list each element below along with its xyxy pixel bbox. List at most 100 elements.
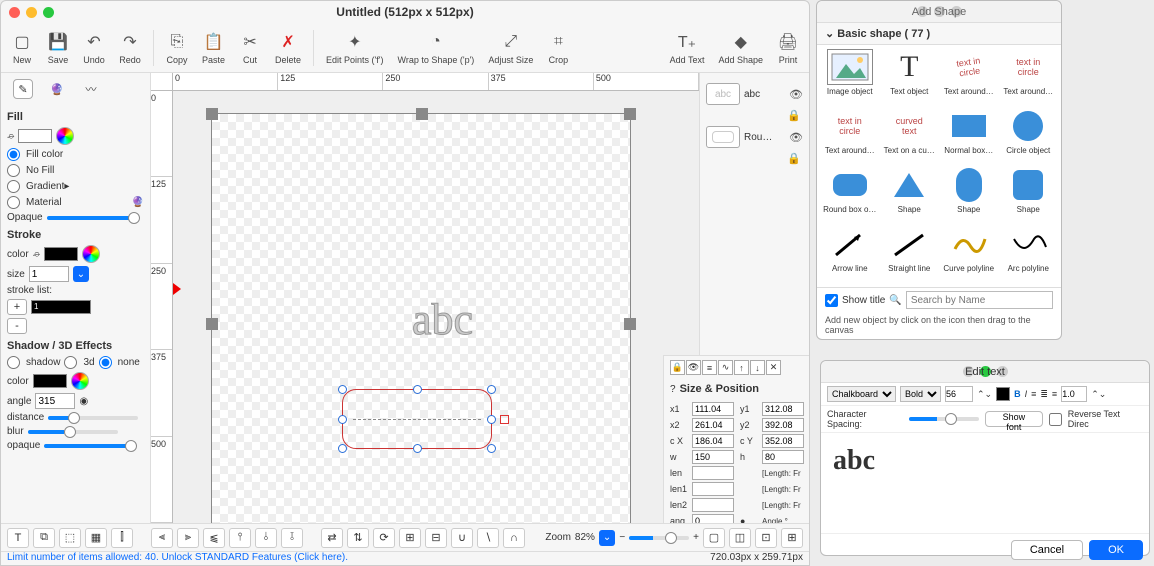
shadow-color-wheel[interactable] (71, 372, 89, 390)
shadow-distance-slider[interactable] (48, 416, 138, 420)
stroke-list-item[interactable]: 1 (31, 300, 91, 314)
artboard-handle[interactable] (624, 318, 636, 330)
canvas-selected-shape[interactable] (342, 389, 492, 449)
save-button[interactable]: 💾Save (43, 29, 73, 67)
shadow-blur-slider[interactable] (28, 430, 118, 434)
w-input[interactable] (692, 450, 734, 464)
delete-button[interactable]: ✗Delete (271, 29, 305, 67)
shape-circle[interactable]: Circle object (1000, 108, 1058, 165)
italic-button[interactable]: I (1025, 389, 1028, 399)
threed-radio[interactable] (64, 356, 77, 369)
rotation-handle[interactable] (500, 415, 509, 424)
panel-tab-texture[interactable]: 🔮 (47, 79, 67, 99)
sp-up-button[interactable]: ↑ (734, 360, 749, 375)
zoom-in-button[interactable]: + (693, 532, 699, 543)
stroke-color-wheel[interactable] (82, 245, 100, 263)
text-color-swatch[interactable] (996, 387, 1010, 401)
selection-handle[interactable] (338, 444, 347, 453)
cancel-button[interactable]: Cancel (1011, 540, 1083, 560)
text-tool-button[interactable]: T (7, 528, 29, 548)
show-title-checkbox[interactable] (825, 294, 838, 307)
align-left-button[interactable]: ⫷ (151, 528, 173, 548)
copy-button[interactable]: ⎘Copy (162, 29, 192, 67)
artboard-handle[interactable] (206, 108, 218, 120)
sp-align-button[interactable]: ≡ (702, 360, 717, 375)
shape-arc-polyline[interactable]: Arc polyline (1000, 226, 1058, 283)
selection-handle[interactable] (487, 385, 496, 394)
shape-text-around-2[interactable]: text in circleText around… (1000, 49, 1058, 106)
font-size-input[interactable] (945, 386, 973, 402)
zoom-dropdown[interactable]: ⌄ (599, 530, 615, 546)
view-mode-3-button[interactable]: ⊡ (755, 528, 777, 548)
grid-button[interactable]: ▦ (85, 528, 107, 548)
selection-handle[interactable] (338, 385, 347, 394)
fill-color-wheel[interactable] (56, 127, 74, 145)
gradient-radio[interactable] (7, 180, 20, 193)
canvas-area[interactable]: 0125250375500 0125250375500 abc (151, 73, 699, 523)
selection-handle[interactable] (338, 415, 347, 424)
cy-input[interactable] (762, 434, 804, 448)
select-tool-button[interactable]: ⬚ (59, 528, 81, 548)
show-font-button[interactable]: Show font (985, 411, 1043, 427)
shape-triangle[interactable]: Shape (881, 167, 939, 224)
lock-icon[interactable]: 🔒 (787, 110, 801, 122)
shadow-opaque-slider[interactable] (44, 444, 134, 448)
font-weight-select[interactable]: Bold (900, 386, 941, 402)
panel-tab-pencil[interactable]: ✎ (13, 79, 33, 99)
sp-close-button[interactable]: ✕ (766, 360, 781, 375)
edit-text-area[interactable]: abc (821, 433, 1149, 533)
rotate-button[interactable]: ⟳ (373, 528, 395, 548)
shape-text-object[interactable]: TText object (881, 49, 939, 106)
y2-input[interactable] (762, 418, 804, 432)
intersect-button[interactable]: ∩ (503, 528, 525, 548)
adjust-size-button[interactable]: ⤢Adjust Size (484, 29, 537, 67)
view-mode-4-button[interactable]: ⊞ (781, 528, 803, 548)
distribute-button[interactable]: ⫿ (111, 528, 133, 548)
redo-button[interactable]: ↷Redo (115, 29, 145, 67)
magnet-button[interactable]: ⧉ (33, 528, 55, 548)
zoom-window-icon[interactable] (43, 7, 54, 18)
align-top-button[interactable]: ⫯ (229, 528, 251, 548)
close-window-icon[interactable] (9, 7, 20, 18)
ok-button[interactable]: OK (1089, 540, 1143, 560)
align-right-button[interactable]: ⫹ (203, 528, 225, 548)
union-button[interactable]: ∪ (451, 528, 473, 548)
len1-input[interactable] (692, 482, 734, 496)
eyedropper-icon[interactable]: ⌮ (7, 131, 14, 142)
reverse-text-checkbox[interactable] (1049, 413, 1062, 426)
selection-handle[interactable] (413, 444, 422, 453)
shape-text-around-3[interactable]: text in circleText around… (821, 108, 879, 165)
align-right-button[interactable]: ≡ (1052, 389, 1057, 399)
help-icon[interactable]: ? (670, 384, 676, 395)
layer-item-abc[interactable]: abc abc 👁 (704, 79, 805, 109)
fill-color-radio[interactable] (7, 148, 20, 161)
cx-input[interactable] (692, 434, 734, 448)
line-height-input[interactable] (1061, 386, 1087, 402)
crop-button[interactable]: ⌗Crop (543, 29, 573, 67)
status-message[interactable]: Limit number of items allowed: 40. Unloc… (7, 552, 348, 565)
add-shape-button[interactable]: ◆Add Shape (714, 29, 767, 67)
align-center-button[interactable]: ≣ (1040, 389, 1048, 400)
stepper-icon[interactable]: ⌃⌄ (977, 389, 992, 400)
align-middle-button[interactable]: ⫰ (255, 528, 277, 548)
flip-v-button[interactable]: ⇅ (347, 528, 369, 548)
artboard[interactable]: abc (211, 113, 631, 523)
x2-input[interactable] (692, 418, 734, 432)
stroke-size-dropdown[interactable]: ⌄ (73, 266, 89, 282)
shape-capsule[interactable]: Shape (940, 167, 998, 224)
shape-square-round[interactable]: Shape (1000, 167, 1058, 224)
subtract-button[interactable]: ∖ (477, 528, 499, 548)
shadow-radio[interactable] (7, 356, 20, 369)
align-left-button[interactable]: ≡ (1031, 389, 1036, 399)
y1-input[interactable] (762, 402, 804, 416)
stroke-remove-button[interactable]: - (7, 318, 27, 334)
shadow-angle-input[interactable] (35, 393, 75, 409)
char-spacing-slider[interactable] (909, 417, 978, 421)
artboard-handle[interactable] (416, 108, 428, 120)
undo-button[interactable]: ↶Undo (79, 29, 109, 67)
flip-h-button[interactable]: ⇄ (321, 528, 343, 548)
shape-arrow-line[interactable]: Arrow line (821, 226, 879, 283)
sp-curve-button[interactable]: ∿ (718, 360, 733, 375)
visibility-icon[interactable]: 👁 (789, 131, 803, 144)
fill-opaque-slider[interactable] (47, 216, 137, 220)
